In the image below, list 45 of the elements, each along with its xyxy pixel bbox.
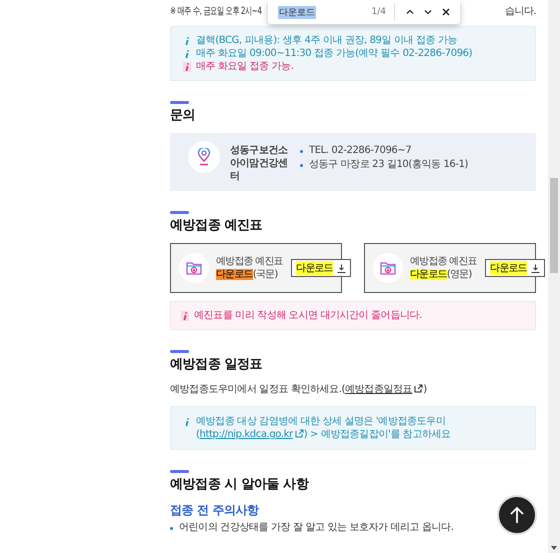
- schedule-text: 예방접종도우미에서 일정표 확인하세요.(예방접종일정표 ): [170, 383, 428, 396]
- folder-download-icon: [380, 261, 396, 275]
- download-icon: [530, 264, 540, 272]
- note-text: 매주 화요일 09:00~11:30 접종 가능(예약 필수 02-2286-7096): [196, 47, 472, 60]
- notice-text: ※ 매주 수, 금요일 오후 2시~4: [170, 5, 262, 18]
- folder-download-icon: [186, 261, 202, 275]
- scroll-to-top-button[interactable]: [497, 495, 537, 535]
- subsection-title: 접종 전 주의사항: [170, 502, 259, 519]
- external-link-icon: [294, 429, 304, 438]
- card-title: 예방접종 예진표 다운로드(국문): [216, 255, 284, 281]
- scrollbar[interactable]: [548, 0, 560, 553]
- section-title: 예방접종 예진표: [170, 217, 262, 235]
- section-title: 예방접종 시 알아둘 사항: [170, 476, 308, 494]
- note-text: 결핵(BCG, 피내용): 생후 4주 이내 권장, 89일 이내 접종 가능: [196, 34, 458, 47]
- download-icon: [336, 264, 346, 272]
- info-icon: [183, 62, 191, 72]
- note-text: 예방접종 대상 감염병에 대한 상세 설명은 '예방접종도우미(http://nip.kdca.go.kr ) > 예방접종길잡이'를 참고하세요: [196, 415, 452, 441]
- note-text: 예진표를 미리 작성해 오시면 대기시간이 줄어듭니다.: [194, 309, 422, 322]
- center-name: 성동구보건소 아이맘건강센터: [230, 144, 289, 183]
- bullet-dot: [300, 150, 303, 152]
- scroll-down-arrow-icon[interactable]: [551, 546, 557, 551]
- download-button[interactable]: 다운로드: [291, 259, 351, 277]
- contact-detail: TEL. 02-2286-7096~7: [309, 144, 412, 158]
- download-button[interactable]: 다운로드: [485, 259, 545, 277]
- close-icon[interactable]: [440, 6, 452, 18]
- bullet-dot: [300, 164, 303, 166]
- card-title: 예방접종 예진표 다운로드(영문): [410, 255, 478, 281]
- notice-text: 습니다.: [505, 5, 536, 18]
- match-count: 1/4: [372, 7, 386, 17]
- link[interactable]: 예방접종일정표: [345, 384, 424, 395]
- info-icon: [183, 36, 191, 46]
- scroll-thumb[interactable]: [550, 178, 558, 273]
- section-title: 예방접종 일정표: [170, 356, 262, 374]
- find-query[interactable]: 다운로드: [278, 6, 316, 18]
- info-icon: [181, 311, 189, 321]
- external-link-icon: [414, 384, 424, 393]
- info-icon: [183, 49, 191, 59]
- bullet-text: 어린이의 건강상태를 가장 잘 알고 있는 보호자가 데리고 옵니다.: [179, 521, 454, 535]
- info-icon: [183, 417, 191, 427]
- bullet-dot: [170, 526, 173, 530]
- arrow-up-icon: [509, 506, 525, 524]
- location-pin-icon: [197, 148, 211, 166]
- note-text: 매주 화요일 접종 가능.: [196, 60, 294, 73]
- section-title: 문의: [170, 107, 196, 125]
- contact-detail: 성동구 마장로 23 길10(홍익동 16-1): [309, 158, 468, 172]
